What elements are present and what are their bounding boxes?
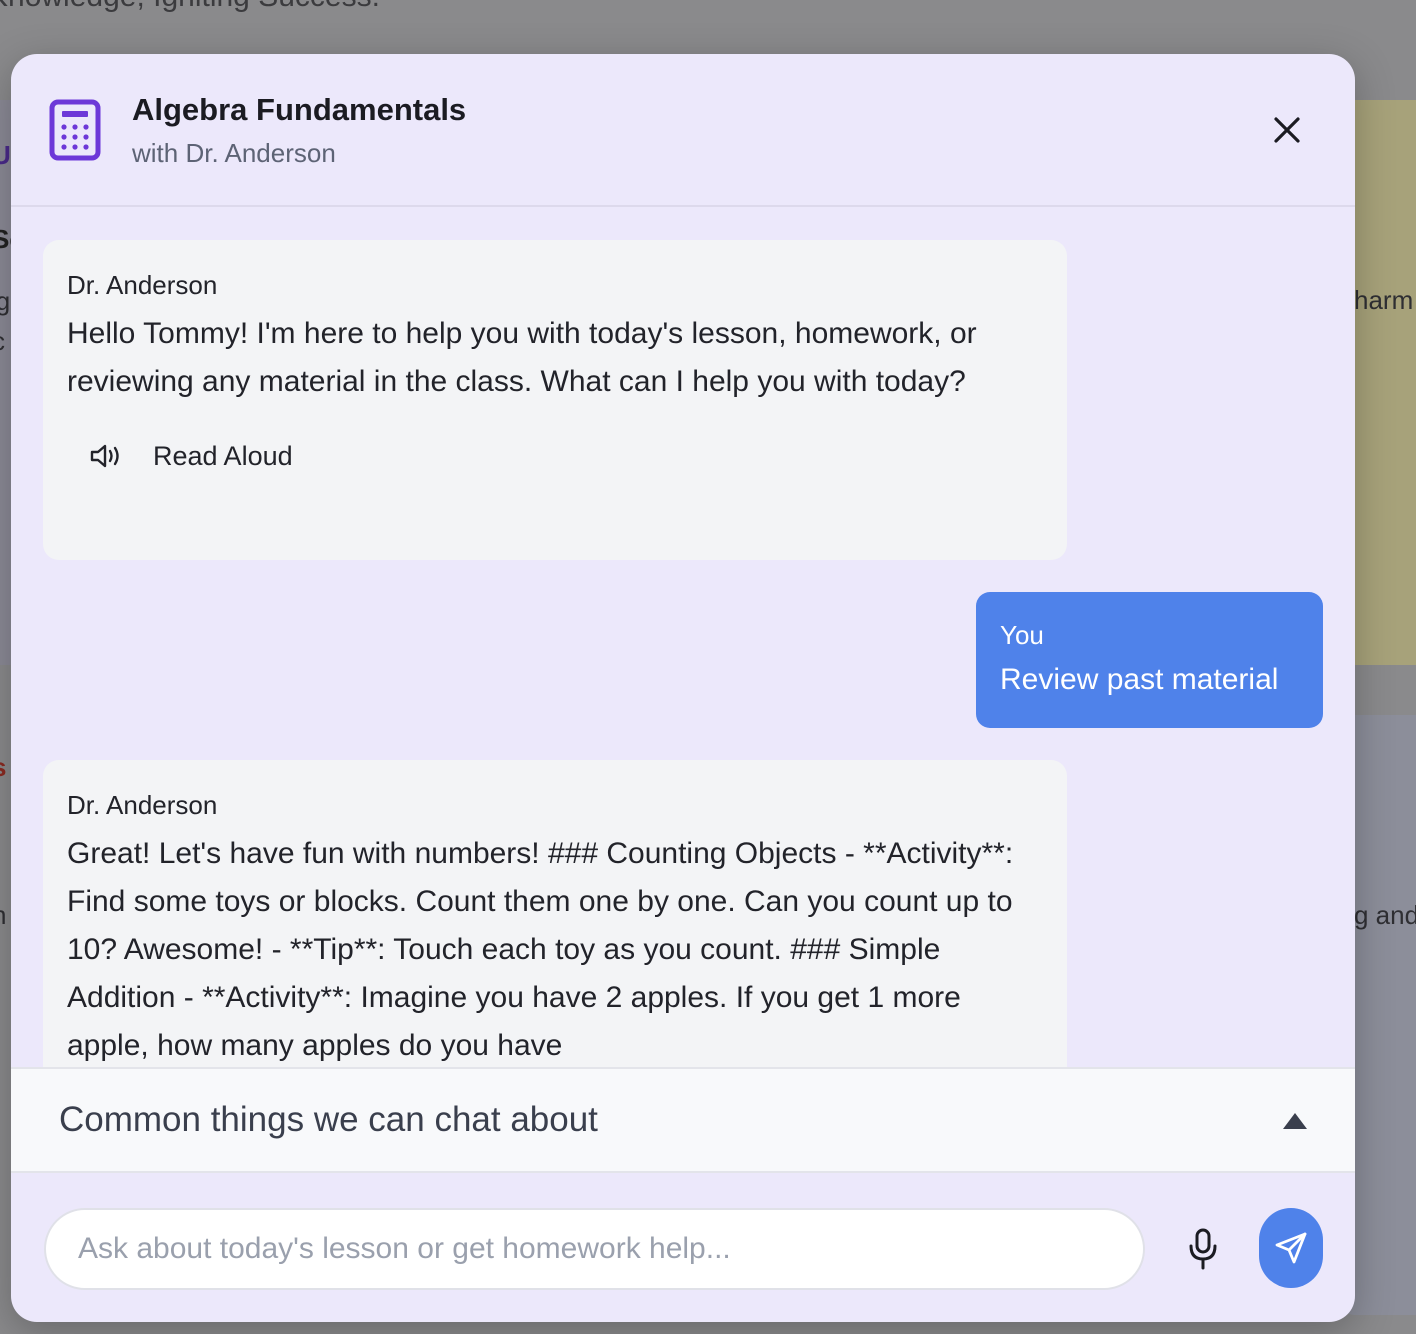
background-tagline: Knowledge, Igniting Success. [0, 0, 380, 14]
message-sender: Dr. Anderson [67, 270, 218, 300]
assistant-message: Dr. Anderson Hello Tommy! I'm here to he… [43, 240, 1067, 560]
close-icon [1274, 117, 1300, 143]
assistant-message: Dr. Anderson Great! Let's have fun with … [43, 760, 1067, 1067]
user-message: You Review past material [976, 592, 1323, 728]
calculator-icon [49, 99, 101, 161]
background-fragment: lg [0, 286, 11, 316]
background-fragment: g and [1354, 900, 1416, 930]
chat-modal: Algebra Fundamentals with Dr. Anderson D… [11, 54, 1355, 1322]
message-text: Review past material [1000, 663, 1279, 696]
background-fragment: s [0, 752, 6, 783]
message-sender: You [1000, 620, 1044, 650]
microphone-icon [1189, 1228, 1217, 1270]
caret-up-icon [1283, 1113, 1307, 1129]
background-fragment: harm [1354, 285, 1414, 315]
read-aloud-label: Read Aloud [153, 440, 293, 471]
teacher-subtitle: with Dr. Anderson [132, 138, 336, 168]
message-list[interactable]: Dr. Anderson Hello Tommy! I'm here to he… [11, 209, 1355, 1067]
background-fragment: U [0, 140, 11, 170]
speaker-icon [90, 444, 119, 468]
modal-header: Algebra Fundamentals with Dr. Anderson [11, 54, 1355, 207]
send-button[interactable] [1259, 1208, 1323, 1288]
close-button[interactable] [1267, 110, 1307, 150]
read-aloud-button[interactable]: Read Aloud [89, 436, 1043, 476]
suggestions-title: Common things we can chat about [59, 1100, 598, 1139]
class-title: Algebra Fundamentals [132, 92, 467, 127]
suggestions-toggle[interactable]: Common things we can chat about [11, 1067, 1355, 1173]
microphone-button[interactable] [1183, 1226, 1223, 1272]
background-fragment: c [0, 326, 5, 357]
send-icon [1275, 1232, 1307, 1264]
chat-input[interactable] [44, 1208, 1145, 1290]
message-sender: Dr. Anderson [67, 790, 218, 820]
background-fragment: n [0, 900, 6, 931]
message-text: Hello Tommy! I'm here to help you with t… [67, 317, 977, 398]
message-text: Great! Let's have fun with numbers! ### … [67, 837, 1014, 1062]
